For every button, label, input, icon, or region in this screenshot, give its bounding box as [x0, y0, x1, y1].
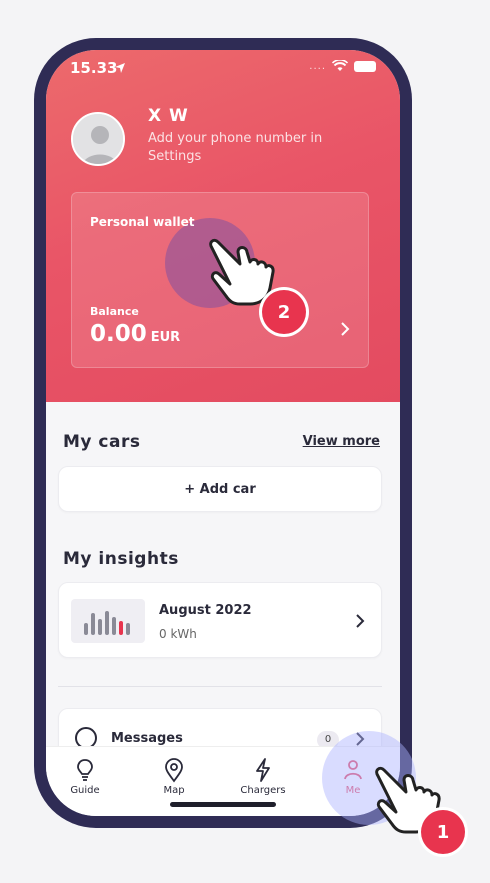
- view-more-link[interactable]: View more: [303, 434, 380, 449]
- balance-label: Balance: [90, 305, 139, 318]
- status-icons: ....: [309, 60, 376, 72]
- insight-card[interactable]: August 2022 0 kWh: [58, 582, 382, 658]
- step-badge-2: 2: [262, 290, 306, 334]
- my-cars-title: My cars: [63, 432, 141, 452]
- tutorial-scene: 15.33 .... X W Add your phone number in …: [0, 0, 490, 883]
- add-car-button[interactable]: + Add car: [58, 466, 382, 512]
- divider: [58, 686, 382, 687]
- balance-value: 0.00 EUR: [90, 321, 180, 347]
- avatar[interactable]: [71, 112, 125, 166]
- lightning-icon: [256, 758, 270, 782]
- app-screen: 15.33 .... X W Add your phone number in …: [46, 50, 400, 816]
- profile-header: 15.33 .... X W Add your phone number in …: [46, 50, 400, 402]
- phone-hint[interactable]: Add your phone number in Settings: [148, 130, 358, 166]
- tab-guide[interactable]: Guide: [50, 757, 120, 796]
- chevron-right-icon: [356, 614, 365, 628]
- energy-chart-thumbnail: [71, 599, 145, 643]
- messages-label: Messages: [111, 731, 183, 746]
- my-insights-title: My insights: [63, 549, 179, 569]
- step-badge-1: 1: [421, 810, 465, 854]
- balance-amount: 0.00: [90, 321, 147, 347]
- tab-label: Chargers: [240, 785, 286, 796]
- lightbulb-icon: [77, 759, 93, 781]
- battery-icon: [354, 60, 376, 72]
- map-pin-icon: [165, 758, 183, 783]
- signal-dots: ....: [309, 60, 326, 72]
- phone-frame: 15.33 .... X W Add your phone number in …: [34, 38, 412, 828]
- location-arrow-icon: [115, 63, 125, 73]
- tab-map[interactable]: Map: [139, 757, 209, 796]
- balance-currency: EUR: [150, 330, 181, 345]
- wallet-title: Personal wallet: [90, 215, 195, 229]
- tab-chargers[interactable]: Chargers: [228, 757, 298, 796]
- user-name: X W: [148, 106, 189, 126]
- tab-label: Guide: [70, 785, 100, 796]
- insight-value: 0 kWh: [159, 627, 197, 641]
- chevron-right-icon[interactable]: [340, 321, 350, 337]
- insight-month: August 2022: [159, 603, 252, 618]
- bar-chart-icon: [84, 611, 130, 635]
- wifi-icon: [332, 60, 348, 71]
- status-time: 15.33: [70, 59, 118, 77]
- home-indicator: [170, 802, 276, 807]
- status-bar: 15.33 ....: [70, 58, 376, 80]
- tab-label: Map: [163, 785, 185, 796]
- person-silhouette-icon: [73, 114, 123, 164]
